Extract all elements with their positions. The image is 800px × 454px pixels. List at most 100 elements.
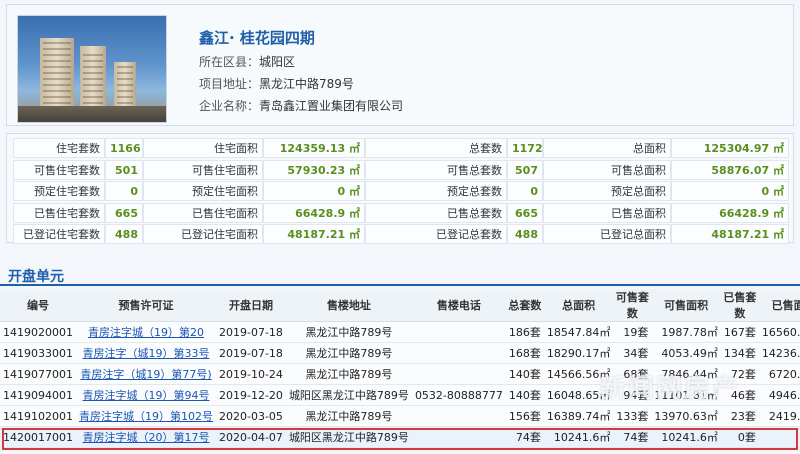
district-row: 所在区县：城阳区 xyxy=(199,53,295,70)
table-cell: 34套 xyxy=(613,342,652,364)
table-cell: 140套 xyxy=(505,384,544,406)
stat-value: 507 xyxy=(507,159,543,180)
table-cell: 2419.11㎡ xyxy=(758,405,800,427)
table-cell xyxy=(411,342,506,364)
table-cell: 1419020001 xyxy=(0,321,76,343)
column-header: 可售面积 xyxy=(651,289,721,322)
address-label: 项目地址： xyxy=(199,77,260,91)
table-cell: 156套 xyxy=(505,405,544,427)
stat-label: 已登记住宅套数 xyxy=(13,224,105,244)
table-cell: 4946.84㎡ xyxy=(758,384,800,406)
project-header-card: 鑫江· 桂花园四期 所在区县：城阳区 项目地址：黑龙江中路789号 企业名称：青… xyxy=(6,4,794,126)
table-row[interactable]: 1419033001 青房注字（城19）第33号 2019-07-18 黑龙江中路78… xyxy=(0,342,800,364)
permit-link[interactable]: 青房注字（城19）第33号 xyxy=(83,347,210,360)
stat-value: 488 xyxy=(507,224,543,244)
table-cell: 10241.6㎡ xyxy=(651,426,721,448)
stat-label: 已售住宅面积 xyxy=(143,202,263,223)
permit-cell: 青房注字城（19）第20 xyxy=(76,321,216,343)
stat-label: 可售总面积 xyxy=(543,159,671,180)
column-header: 已售套数 xyxy=(720,289,759,322)
table-cell: 黑龙江中路789号 xyxy=(285,363,412,385)
table-cell: 1420017001 xyxy=(0,426,76,448)
permit-link[interactable]: 青房注字城（19）第20 xyxy=(88,326,204,339)
table-cell: 16048.65㎡ xyxy=(543,384,614,406)
table-cell: 城阳区黑龙江中路789号 xyxy=(285,426,412,448)
table-cell: 2019-12-20 xyxy=(216,384,286,406)
table-row[interactable]: 1419020001 青房注字城（19）第20 2019-07-18 黑龙江中路789… xyxy=(0,321,800,343)
table-row[interactable]: 1419094001 青房注字城（19）第94号 2019-12-20 城阳区黑龙江中… xyxy=(0,384,800,406)
table-cell: 1419094001 xyxy=(0,384,76,406)
stat-label: 可售住宅套数 xyxy=(13,159,105,180)
stat-value: 124359.13 ㎡ xyxy=(263,138,365,158)
permit-link[interactable]: 青房注字（城19）第77号) xyxy=(80,368,211,381)
permit-link[interactable]: 青房注字城（19）第102号 xyxy=(79,410,213,423)
stat-value: 665 xyxy=(507,202,543,223)
column-header: 总套数 xyxy=(505,289,544,322)
stat-label: 已售总套数 xyxy=(365,202,507,223)
stat-value: 1172 xyxy=(507,138,543,158)
sales-unit-table: 编号 预售许可证 开盘日期 售楼地址 售楼电话 总套数 总面积 可售套数 可售面积 已售套数 已售面… xyxy=(0,289,800,448)
table-cell: 74套 xyxy=(505,426,544,448)
company-label: 企业名称： xyxy=(199,99,260,113)
stat-value: 48187.21 ㎡ xyxy=(671,224,789,244)
table-cell: 74套 xyxy=(613,426,652,448)
stat-label: 可售住宅面积 xyxy=(143,159,263,180)
stat-label: 总面积 xyxy=(543,138,671,158)
table-cell: 0套 xyxy=(720,426,759,448)
permit-cell: 青房注字城（19）第94号 xyxy=(76,384,216,406)
table-cell: 16560.06㎡ xyxy=(758,321,800,343)
table-cell: 2019-10-24 xyxy=(216,363,286,385)
table-cell: 10241.6㎡ xyxy=(543,426,614,448)
stat-label: 可售总套数 xyxy=(365,159,507,180)
table-cell: 18290.17㎡ xyxy=(543,342,614,364)
district-label: 所在区县： xyxy=(199,55,260,69)
stat-label: 已登记总面积 xyxy=(543,224,671,244)
table-cell: 14236.68㎡ xyxy=(758,342,800,364)
address-row: 项目地址：黑龙江中路789号 xyxy=(199,75,354,92)
stat-value: 125304.97 ㎡ xyxy=(671,138,789,158)
table-cell: 2019-07-18 xyxy=(216,321,286,343)
stat-value: 0 xyxy=(507,181,543,201)
table-cell: 72套 xyxy=(720,363,759,385)
table-cell: 140套 xyxy=(505,363,544,385)
tower-right xyxy=(114,62,136,108)
table-cell: 黑龙江中路789号 xyxy=(285,321,412,343)
permit-cell: 青房注字（城19）第77号) xyxy=(76,363,216,385)
table-cell xyxy=(411,363,506,385)
table-cell: 2020-04-07 xyxy=(216,426,286,448)
permit-cell: 青房注字城（19）第102号 xyxy=(76,405,216,427)
permit-cell: 青房注字城（20）第17号 xyxy=(76,426,216,448)
permit-link[interactable]: 青房注字城（20）第17号 xyxy=(83,431,210,444)
project-photo[interactable] xyxy=(17,15,167,123)
table-cell xyxy=(411,321,506,343)
column-header: 售楼地址 xyxy=(285,289,412,322)
table-row[interactable]: 1419102001 青房注字城（19）第102号 2020-03-05 黑龙江中路7… xyxy=(0,405,800,427)
table-cell: 186套 xyxy=(505,321,544,343)
table-cell: 133套 xyxy=(613,405,652,427)
table-row[interactable]: 1420017001 青房注字城（20）第17号 2020-04-07 城阳区黑龙江中… xyxy=(0,426,800,448)
table-cell: 68套 xyxy=(613,363,652,385)
stat-label: 预定住宅套数 xyxy=(13,181,105,201)
table-cell: 94套 xyxy=(613,384,652,406)
table-cell: 168套 xyxy=(505,342,544,364)
ground-strip xyxy=(18,106,166,122)
stat-value: 66428.9 ㎡ xyxy=(671,202,789,223)
table-cell xyxy=(411,405,506,427)
table-cell: 0㎡ xyxy=(758,426,800,448)
stat-value: 0 xyxy=(105,181,143,201)
table-cell: 4053.49㎡ xyxy=(651,342,721,364)
permit-link[interactable]: 青房注字城（19）第94号 xyxy=(83,389,210,402)
table-cell: 城阳区黑龙江中路789号 xyxy=(285,384,412,406)
tower-mid xyxy=(80,46,106,108)
table-row[interactable]: 1419077001 青房注字（城19）第77号) 2019-10-24 黑龙江中路7… xyxy=(0,363,800,385)
company-value: 青岛鑫江置业集团有限公司 xyxy=(259,99,404,113)
stats-row: 预定住宅套数 0 预定住宅面积 0 ㎡预定总套数 0 预定总面积 0 ㎡ xyxy=(13,181,789,201)
table-cell: 0532-80888777 xyxy=(411,384,506,406)
stat-label: 住宅套数 xyxy=(13,138,105,158)
table-cell: 7846.44㎡ xyxy=(651,363,721,385)
table-cell: 2019-07-18 xyxy=(216,342,286,364)
column-header: 可售套数 xyxy=(613,289,652,322)
stats-row: 已售住宅套数 665 已售住宅面积 66428.9 ㎡已售总套数 665 已售总面积 664… xyxy=(13,202,789,223)
table-cell: 黑龙江中路789号 xyxy=(285,342,412,364)
stat-value: 48187.21 ㎡ xyxy=(263,224,365,244)
